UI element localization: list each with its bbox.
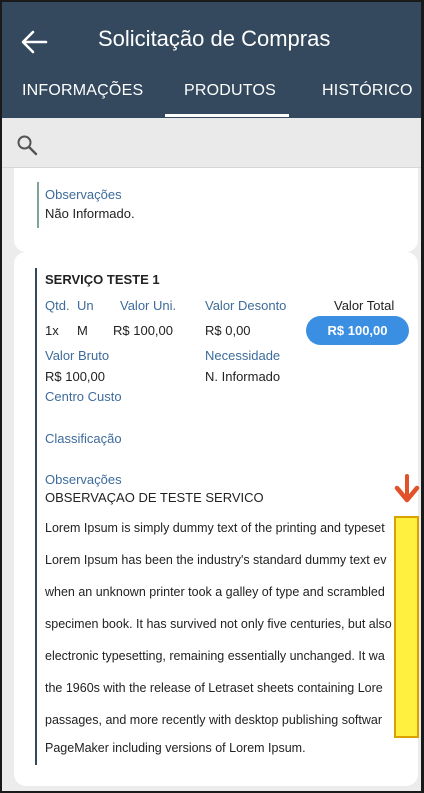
observacoes-value: Não Informado. <box>45 206 135 221</box>
observacoes-label: Observações <box>45 472 122 487</box>
overflow-highlight-box <box>394 516 419 738</box>
product-name: SERVIÇO TESTE 1 <box>45 272 160 287</box>
classificacao-label: Classificação <box>45 431 122 446</box>
active-tab-indicator <box>165 114 289 117</box>
centro-custo-label: Centro Custo <box>45 389 122 404</box>
app-screen: Solicitação de Compras INFORMAÇÕES PRODU… <box>0 0 424 793</box>
qtd-label: Qtd. <box>45 298 70 313</box>
arrow-down-icon <box>394 474 420 503</box>
search-input[interactable] <box>46 126 406 160</box>
search-icon[interactable] <box>16 134 38 156</box>
page-title: Solicitação de Compras <box>98 26 331 51</box>
lorem-line: passages, and more recently with desktop… <box>45 713 382 727</box>
app-header: Solicitação de Compras INFORMAÇÕES PRODU… <box>2 2 421 118</box>
tab-produtos[interactable]: PRODUTOS <box>184 82 276 100</box>
qtd-value: 1x <box>45 323 59 338</box>
valor-bruto-label: Valor Bruto <box>45 348 110 363</box>
un-label: Un <box>77 298 94 313</box>
lorem-line: specimen book. It has survived not only … <box>45 617 392 631</box>
valor-bruto-value: R$ 100,00 <box>45 369 105 384</box>
tab-informacoes[interactable]: INFORMAÇÕES <box>22 82 143 100</box>
valor-total-button[interactable]: R$ 100,00 <box>306 316 409 345</box>
valor-total-label: Valor Total <box>334 298 395 313</box>
observacoes-label: Observações <box>45 187 122 202</box>
card-accent-bar <box>37 182 39 228</box>
lorem-line: Lorem Ipsum has been the industry's stan… <box>45 553 387 567</box>
card-accent-bar <box>35 268 37 765</box>
un-value: M <box>77 323 88 338</box>
lorem-line: when an unknown printer took a galley of… <box>45 585 385 599</box>
lorem-line: Lorem Ipsum is simply dummy text of the … <box>45 521 385 535</box>
observacoes-value: OBSERVAÇAO DE TESTE SERVICO <box>45 490 264 505</box>
lorem-line: the 1960s with the release of Letraset s… <box>45 681 383 695</box>
lorem-line: electronic typesetting, remaining essent… <box>45 649 385 663</box>
back-button[interactable] <box>16 24 52 60</box>
arrow-left-icon <box>21 30 48 54</box>
necessidade-value: N. Informado <box>205 369 281 384</box>
valor-uni-label: Valor Uni. <box>120 298 177 313</box>
necessidade-label: Necessidade <box>205 348 281 363</box>
lorem-line: PageMaker including versions of Lorem Ip… <box>45 741 306 755</box>
valor-desconto-label: Valor Desonto <box>205 298 287 313</box>
valor-desconto-value: R$ 0,00 <box>205 323 251 338</box>
tab-historico[interactable]: HISTÓRICO <box>322 82 413 100</box>
tab-bar: INFORMAÇÕES PRODUTOS HISTÓRICO <box>2 78 421 118</box>
valor-uni-value: R$ 100,00 <box>113 323 173 338</box>
